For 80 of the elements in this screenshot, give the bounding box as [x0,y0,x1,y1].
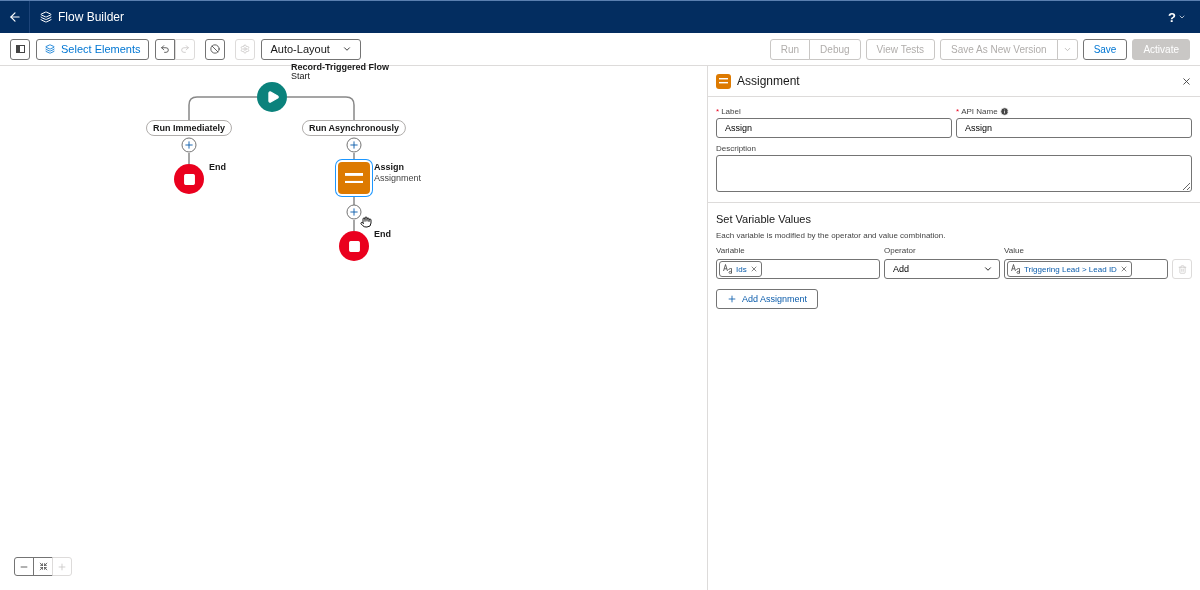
text-type-icon [1011,264,1021,274]
node-label: Assign [374,162,404,173]
caret-icon [983,264,993,274]
toolbar-button[interactable]: Save [1082,38,1128,60]
plus-icon [727,294,737,304]
layout-dropdown[interactable]: Auto-Layout [261,38,361,60]
sidebar-icon [15,45,25,53]
plus-icon [348,206,360,218]
play-icon [266,90,280,104]
plus-icon [348,139,360,151]
select-elements-button[interactable]: Select Elements [36,38,150,60]
connector-line [353,196,355,206]
connector-line [286,96,355,121]
resource-chip: Ids [719,261,762,277]
node-type: Assignment [374,173,422,184]
add-element-button[interactable] [346,204,362,220]
equals-icon [719,78,728,84]
description-field[interactable] [716,155,1192,192]
text-field[interactable]: Assign [956,118,1192,138]
remove-icon [1119,265,1128,273]
resource-chip: Triggering Lead > Lead ID [1007,261,1132,277]
redo-icon [180,44,191,54]
end-node[interactable] [174,164,204,194]
undo-button[interactable] [155,38,176,60]
column-header: Variable [716,246,746,255]
text-field[interactable]: Assign [716,118,952,138]
zoom-out-button[interactable] [14,557,34,576]
trash-icon [1177,264,1187,274]
node-label: End [209,162,226,173]
end-node[interactable] [339,231,369,261]
operator-dropdown[interactable]: Add [884,259,1000,279]
fit-view-button[interactable] [33,557,53,576]
add-assignment-button[interactable]: Add Assignment [716,289,819,309]
branch-label: Run Immediately [146,120,232,136]
stop-icon [347,239,361,253]
equals-icon [345,172,363,184]
help-menu-button[interactable]: ? [1168,9,1186,25]
branch-label: Run Asynchronously [301,120,407,136]
hand-cursor-icon [360,216,372,228]
flow-icon [40,11,52,23]
cancel-button[interactable] [205,38,226,60]
column-header: Operator [884,246,917,255]
close-icon [1181,75,1192,87]
assignment-node[interactable] [338,162,370,194]
field-label: API Name [961,107,998,116]
caret-icon [1178,13,1186,21]
connector-line [188,96,258,121]
close-button[interactable] [1181,75,1192,87]
connector-line [353,219,355,232]
flow-title: Record-Triggered Flow [291,62,389,73]
add-element-button[interactable] [181,137,197,153]
column-header: Value [1004,246,1025,255]
start-node[interactable] [257,82,287,112]
gear-icon [240,44,251,54]
start-label: Start [291,71,310,82]
required-mark: * [956,107,960,116]
stop-icon [182,172,196,186]
info-icon [999,107,1009,116]
panel-toggle-button[interactable] [10,38,30,60]
field-label: Description [716,144,757,153]
node-label: End [374,229,391,240]
ban-icon [210,44,221,54]
remove-icon [749,265,758,273]
app-title: Flow Builder [58,10,125,24]
variable-field[interactable]: Ids [716,259,880,279]
value-field[interactable]: Triggering Lead > Lead ID [1004,259,1168,279]
section-title: Set Variable Values [716,213,812,225]
text-type-icon [723,264,733,274]
plus-icon [57,561,67,572]
undo-icon [160,44,171,54]
layers-icon [45,44,55,54]
add-element-button[interactable] [346,137,362,153]
plus-icon [183,139,195,151]
panel-title: Assignment [737,74,800,88]
shrink-icon [38,562,48,571]
caret-icon [341,44,352,54]
help-text: Each variable is modified by the operator and value combination. [716,231,947,240]
connector-line [188,152,190,165]
required-mark: * [716,107,720,116]
field-label: Label [721,107,741,116]
